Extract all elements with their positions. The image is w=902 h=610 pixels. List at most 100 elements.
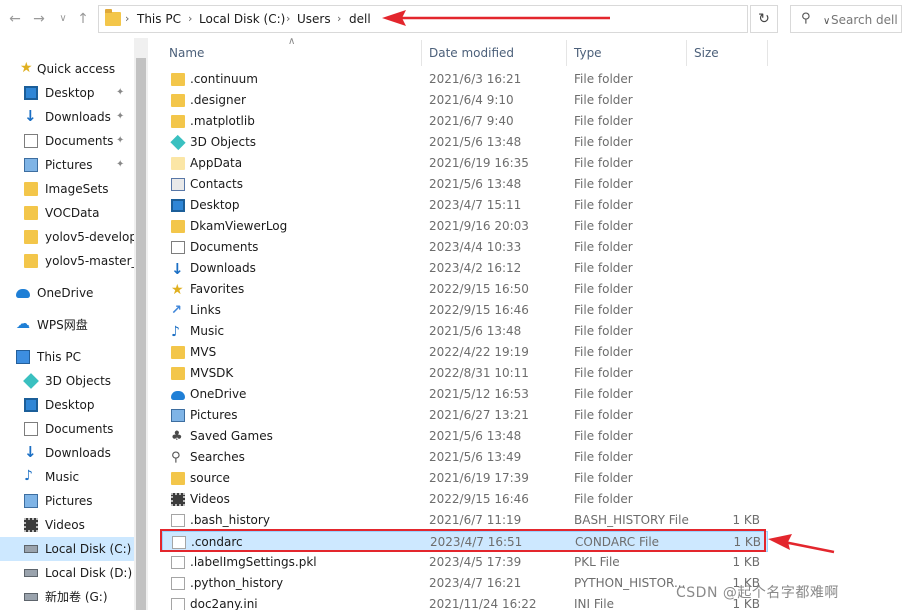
nav-pc-pictures[interactable]: Pictures [0, 489, 135, 513]
nav-quick-desktop[interactable]: Desktop ✦ [0, 81, 135, 105]
folder-icon [171, 367, 185, 380]
nav-scrollbar[interactable] [134, 38, 148, 610]
nav-pc-3d-objects[interactable]: 3D Objects [0, 369, 135, 393]
breadcrumb-this-pc[interactable]: This PC [137, 12, 181, 26]
file-type: BASH_HISTORY File [574, 513, 689, 527]
video-icon [171, 493, 185, 506]
cloud-icon [16, 289, 30, 298]
file-row[interactable]: ♪ Music 2021/5/6 13:48 File folder [162, 321, 768, 342]
up-arrow-icon[interactable]: ↑ [74, 10, 92, 28]
column-size[interactable]: Size [687, 40, 768, 66]
scrollbar-thumb[interactable] [136, 58, 146, 610]
file-row[interactable]: ♣ Saved Games 2021/5/6 13:48 File folder [162, 426, 768, 447]
file-date-modified: 2023/4/4 10:33 [429, 240, 522, 254]
file-date-modified: 2021/6/3 16:21 [429, 72, 522, 86]
nav-label: Desktop [45, 398, 95, 412]
file-name: Favorites [190, 282, 245, 296]
nav-pc-local-disk-c[interactable]: Local Disk (C:) [0, 537, 135, 561]
breadcrumb-local-disk-c[interactable]: Local Disk (C:) [199, 12, 285, 26]
file-row[interactable]: OneDrive 2021/5/12 16:53 File folder [162, 384, 768, 405]
pictures-icon [171, 409, 185, 422]
file-row[interactable]: Desktop 2023/4/7 15:11 File folder [162, 195, 768, 216]
recent-locations-chevron-icon[interactable]: ∨ [54, 10, 72, 28]
nav-quick-vocdata[interactable]: VOCData [0, 201, 135, 225]
breadcrumb-dell[interactable]: dell [349, 12, 371, 26]
file-row[interactable]: ↓ Downloads 2023/4/2 16:12 File folder [162, 258, 768, 279]
file-row[interactable]: DkamViewerLog 2021/9/16 20:03 File folder [162, 216, 768, 237]
file-date-modified: 2022/9/15 16:50 [429, 282, 529, 296]
nav-pc-videos[interactable]: Videos [0, 513, 135, 537]
nav-pc-downloads[interactable]: ↓ Downloads [0, 441, 135, 465]
nav-quick-imagesets[interactable]: ImageSets [0, 177, 135, 201]
pictures-icon [24, 158, 38, 172]
nav-quick-yolov5-master[interactable]: yolov5-master_r [0, 249, 135, 273]
computer-icon [16, 350, 30, 364]
file-row[interactable]: ⚲ Searches 2021/5/6 13:49 File folder [162, 447, 768, 468]
nav-label: 3D Objects [45, 374, 112, 388]
nav-label: Videos [45, 518, 85, 532]
file-row[interactable]: .matplotlib 2021/6/7 9:40 File folder [162, 111, 768, 132]
file-row[interactable]: Documents 2023/4/4 10:33 File folder [162, 237, 768, 258]
search-placeholder: Search dell [831, 13, 898, 27]
file-type: File folder [574, 114, 633, 128]
file-row[interactable]: MVS 2022/4/22 19:19 File folder [162, 342, 768, 363]
file-row[interactable]: 3D Objects 2021/5/6 13:48 File folder [162, 132, 768, 153]
column-date-modified[interactable]: Date modified [422, 40, 567, 66]
nav-quick-downloads[interactable]: ↓ Downloads ✦ [0, 105, 135, 129]
breadcrumb-users[interactable]: Users [297, 12, 331, 26]
file-date-modified: 2021/6/4 9:10 [429, 93, 514, 107]
pin-icon[interactable]: ✦ [116, 81, 124, 105]
nav-wps[interactable]: ☁ WPS网盘 [0, 313, 135, 337]
file-name: doc2any.ini [190, 597, 258, 610]
file-name: 3D Objects [190, 135, 257, 149]
downloads-icon: ↓ [24, 443, 37, 461]
nav-pc-music[interactable]: ♪ Music [0, 465, 135, 489]
pin-icon[interactable]: ✦ [116, 129, 124, 153]
pin-icon[interactable]: ✦ [116, 105, 124, 129]
file-row[interactable]: .labelImgSettings.pkl 2023/4/5 17:39 PKL F… [162, 552, 768, 573]
file-row[interactable]: source 2021/6/19 17:39 File folder [162, 468, 768, 489]
nav-pc-desktop[interactable]: Desktop [0, 393, 135, 417]
column-type[interactable]: Type [567, 40, 687, 66]
watermark: CSDN @起个名字都难啊 [676, 585, 839, 601]
file-row[interactable]: .bash_history 2021/6/7 11:19 BASH_HISTORY … [162, 510, 768, 531]
file-type: File folder [574, 282, 633, 296]
file-row[interactable]: AppData 2021/6/19 16:35 File folder [162, 153, 768, 174]
back-arrow-icon[interactable]: ← [6, 10, 24, 28]
file-row[interactable]: .designer 2021/6/4 9:10 File folder [162, 90, 768, 111]
file-row[interactable]: ↗ Links 2022/9/15 16:46 File folder [162, 300, 768, 321]
cube-icon [23, 373, 39, 389]
forward-arrow-icon[interactable]: → [30, 10, 48, 28]
contacts-icon [171, 178, 185, 191]
file-row[interactable]: ★ Favorites 2022/9/15 16:50 File folder [162, 279, 768, 300]
game-icon: ♣ [171, 429, 183, 444]
folder-icon [24, 254, 38, 268]
file-row[interactable]: Videos 2022/9/15 16:46 File folder [162, 489, 768, 510]
nav-label: ImageSets [45, 182, 109, 196]
file-name: OneDrive [190, 387, 247, 401]
nav-quick-access[interactable]: ★ Quick access [0, 57, 135, 81]
file-name: MVS [190, 345, 217, 359]
nav-this-pc[interactable]: This PC [0, 345, 135, 369]
nav-pc-volume-g[interactable]: 新加卷 (G:) [0, 585, 135, 609]
refresh-button[interactable]: ↻ [750, 5, 778, 33]
nav-pc-documents[interactable]: Documents [0, 417, 135, 441]
file-row[interactable]: Pictures 2021/6/27 13:21 File folder [162, 405, 768, 426]
file-name: Pictures [190, 408, 238, 422]
file-date-modified: 2021/5/6 13:49 [429, 450, 522, 464]
file-row[interactable]: Contacts 2021/5/6 13:48 File folder [162, 174, 768, 195]
nav-pc-local-disk-d[interactable]: Local Disk (D:) [0, 561, 135, 585]
pictures-icon [24, 494, 38, 508]
file-row[interactable]: .continuum 2021/6/3 16:21 File folder [162, 69, 768, 90]
file-name: Downloads [190, 261, 256, 275]
column-name[interactable]: Name [162, 40, 422, 66]
nav-onedrive[interactable]: OneDrive [0, 281, 135, 305]
folder-icon [171, 94, 185, 107]
nav-quick-documents[interactable]: Documents ✦ [0, 129, 135, 153]
search-input[interactable]: ⚲ Search dell [790, 5, 902, 33]
file-row[interactable]: MVSDK 2022/8/31 10:11 File folder [162, 363, 768, 384]
pin-icon[interactable]: ✦ [116, 153, 124, 177]
nav-quick-yolov5-develop[interactable]: yolov5-develop [0, 225, 135, 249]
nav-quick-pictures[interactable]: Pictures ✦ [0, 153, 135, 177]
folder-icon [171, 346, 185, 359]
